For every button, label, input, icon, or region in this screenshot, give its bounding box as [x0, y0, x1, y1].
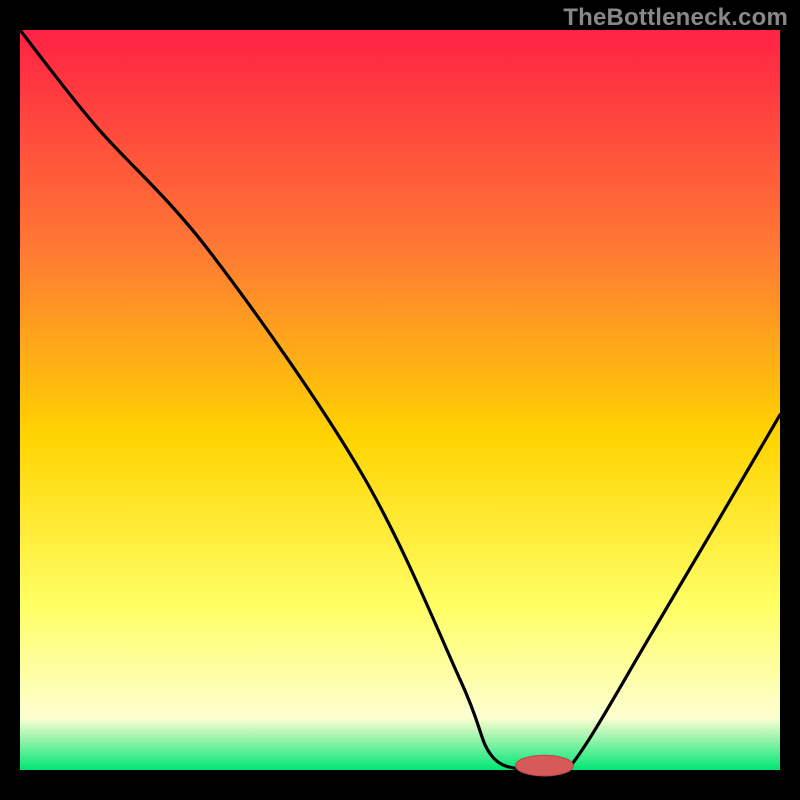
- bottleneck-chart: [0, 0, 800, 800]
- plot-area: [20, 30, 780, 770]
- watermark-label: TheBottleneck.com: [563, 4, 788, 32]
- chart-frame: TheBottleneck.com: [0, 0, 800, 800]
- marker-pill: [516, 755, 574, 776]
